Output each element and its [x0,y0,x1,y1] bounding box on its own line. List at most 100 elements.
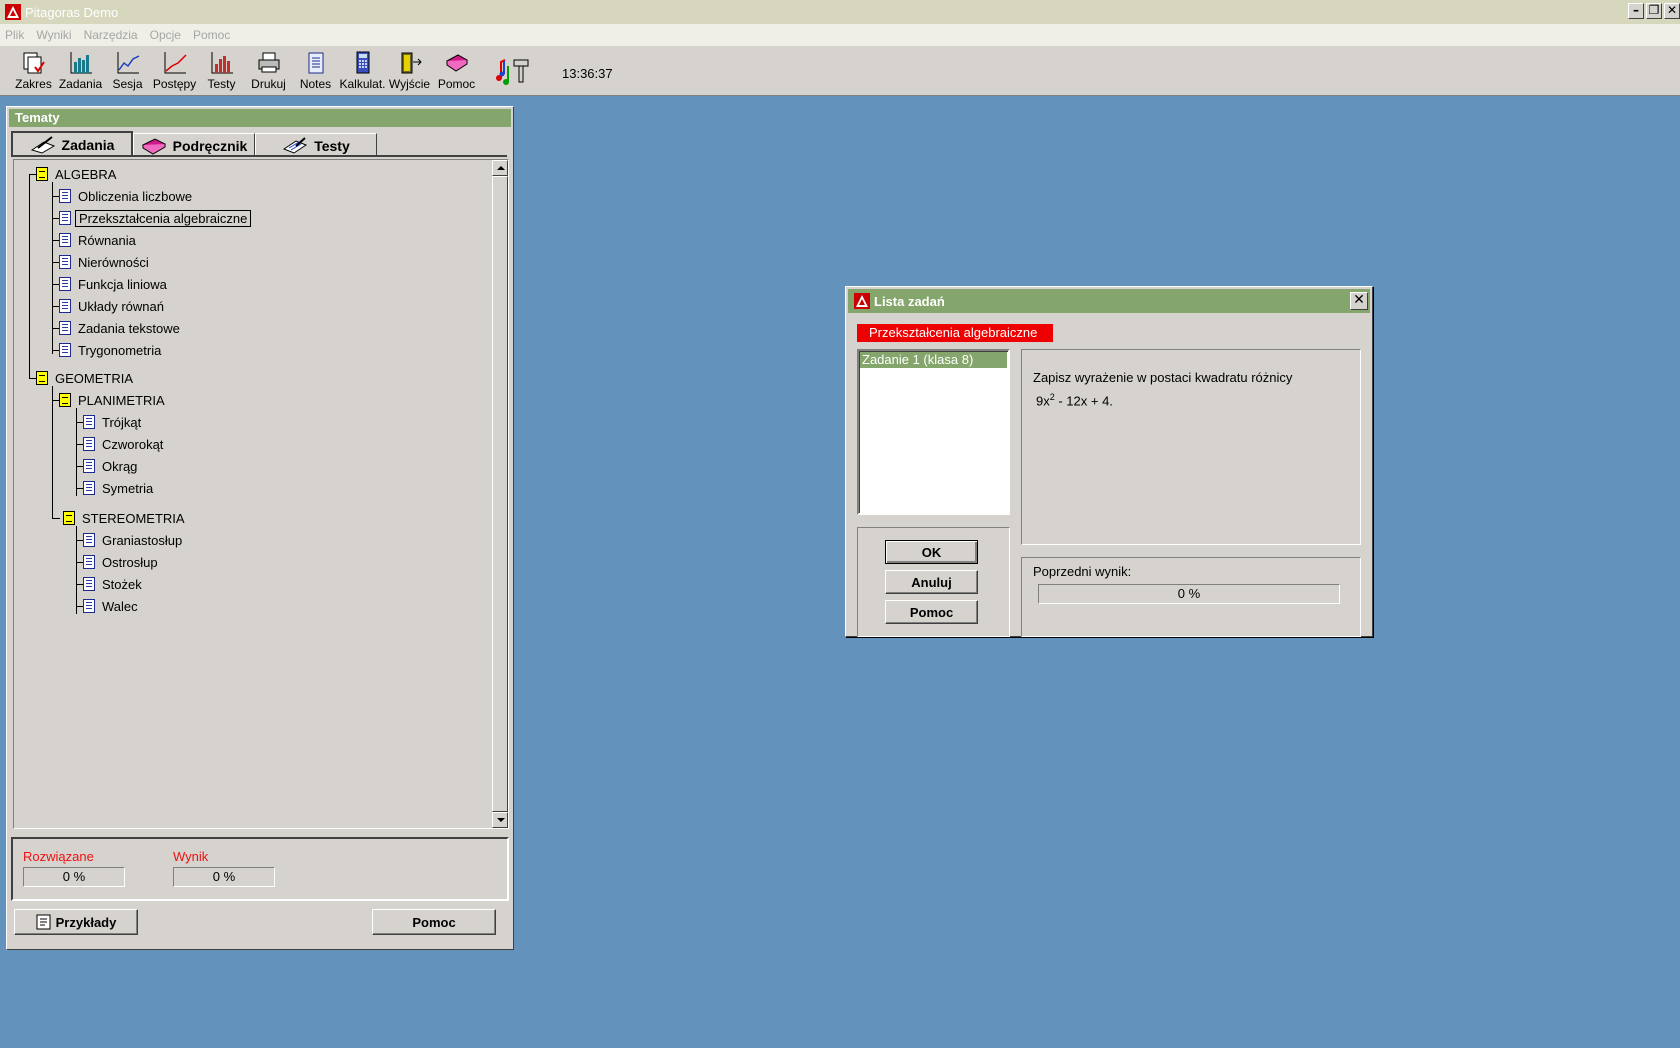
restore-button[interactable]: ❐ [1646,3,1662,19]
ok-button[interactable]: OK [885,540,978,564]
topics-panel-title: Tematy [9,109,511,127]
topics-help-button[interactable]: Pomoc [372,909,496,935]
tree-item-przeksztalcenia-algebraiczne[interactable]: Przekształcenia algebraiczne [59,209,252,227]
cancel-button[interactable]: Anuluj [885,570,978,594]
toolbar-kalkulator-button[interactable]: Kalkulat. [339,46,386,91]
folder-icon [36,371,48,385]
tree-item-symetria[interactable]: Symetria [83,479,153,497]
folder-icon [59,393,71,407]
menubar: Plik Wyniki Narzędzia Opcje Pomoc [0,24,1680,46]
tab-podrecznik[interactable]: Podręcznik [133,133,255,157]
folder-icon [63,511,75,525]
tree-item-funkcja-liniowa[interactable]: Funkcja liniowa [59,275,167,293]
line-chart-icon [117,52,139,74]
menu-opcje[interactable]: Opcje [150,28,181,42]
tree-item-nierownosci[interactable]: Nierówności [59,253,149,271]
help-book-icon [445,54,468,72]
stats-area: Rozwiązane 0 % Wynik 0 % [11,837,509,901]
tree-line [52,386,53,518]
list-item[interactable]: Zadanie 1 (klasa 8) [860,352,1007,368]
toolbar-drukuj-button[interactable]: Drukuj [245,46,292,91]
score-value: 0 % [173,867,275,887]
page-icon [59,343,71,357]
tree-item-czworokat[interactable]: Czworokąt [83,435,163,453]
tree-item-rownania[interactable]: Równania [59,231,136,249]
page-icon [83,577,95,591]
minimize-button[interactable]: – [1628,3,1644,19]
task-list-dialog: Lista zadań ✕ Przekształcenia algebraicz… [845,286,1373,637]
page-icon [59,299,71,313]
toolbar-zakres-button[interactable]: Zakres [10,46,57,91]
page-icon [83,533,95,547]
page-icon [59,321,71,335]
dialog-help-button[interactable]: Pomoc [885,600,978,624]
toolbar-zadania-button[interactable]: Zadania [57,46,104,91]
menu-wyniki[interactable]: Wyniki [36,28,71,42]
tree-item-uklady-rownan[interactable]: Układy równań [59,297,164,315]
menu-narzedzia[interactable]: Narzędzia [84,28,138,42]
previous-result-value: 0 % [1038,584,1340,604]
topic-badge: Przekształcenia algebraiczne [857,324,1053,342]
folder-icon [36,167,48,181]
examples-button[interactable]: Przykłady [14,909,138,935]
tree-line [29,174,30,378]
page-icon [59,211,71,225]
previous-result-label: Poprzedni wynik: [1033,564,1132,579]
printer-icon [258,52,279,73]
music-sound-icon[interactable] [495,56,535,86]
tree-item-walec[interactable]: Walec [83,597,138,615]
dialog-title: Lista zadań [874,293,945,309]
toolbar-postepy-button[interactable]: Postępy [151,46,198,91]
tree-item-trygonometria[interactable]: Trygonometria [59,341,161,359]
tree-item-zadania-tekstowe[interactable]: Zadania tekstowe [59,319,180,337]
topics-panel: Tematy Zadania Podręcznik Testy ALGEBRA … [6,106,514,950]
dialog-titlebar: Lista zadań ✕ [848,289,1370,313]
scroll-down-button[interactable] [492,812,508,828]
score-label: Wynik [173,849,209,864]
document-icon [36,914,51,930]
tree-folder-planimetria[interactable]: PLANIMETRIA [59,391,165,409]
bar-chart-icon [70,52,92,74]
tree-item-ostroslup[interactable]: Ostrosłup [83,553,158,571]
toolbar-testy-button[interactable]: Testy [198,46,245,91]
page-icon [59,189,71,203]
tree-folder-algebra[interactable]: ALGEBRA [36,165,116,183]
pencil-paper-icon [30,136,55,154]
toolbar-notes-button[interactable]: Notes [292,46,339,91]
page-icon [83,599,95,613]
page-icon [83,415,95,429]
tree-item-obliczenia-liczbowe[interactable]: Obliczenia liczbowe [59,187,192,205]
tree-item-stozek[interactable]: Stożek [83,575,142,593]
tab-zadania[interactable]: Zadania [11,131,133,157]
menu-pomoc[interactable]: Pomoc [193,28,230,42]
toolbar-sesja-button[interactable]: Sesja [104,46,151,91]
scroll-thumb[interactable] [492,176,508,812]
page-icon [83,437,95,451]
clock: 13:36:37 [562,66,613,81]
menu-plik[interactable]: Plik [5,28,24,42]
dialog-buttons-frame: OK Anuluj Pomoc [857,527,1010,637]
scroll-up-button[interactable] [492,160,508,176]
tree-item-trojkat[interactable]: Trójkąt [83,413,141,431]
previous-result-frame: Poprzedni wynik: 0 % [1021,557,1361,637]
scope-icon [23,52,45,74]
tab-underline [11,155,507,157]
tree-scrollbar[interactable] [491,160,508,828]
task-listbox[interactable]: Zadanie 1 (klasa 8) [857,349,1010,515]
task-description-panel: Zapisz wyrażenie w postaci kwadratu różn… [1021,349,1361,545]
dialog-close-button[interactable]: ✕ [1350,292,1368,310]
toolbar-pomoc-button[interactable]: Pomoc [433,46,480,91]
page-icon [59,233,71,247]
tree-line [52,518,60,519]
close-window-button[interactable]: ✕ [1664,3,1680,19]
tree-folder-stereometria[interactable]: STEREOMETRIA [63,509,185,527]
tree-item-okrag[interactable]: Okrąg [83,457,137,475]
task-description: Zapisz wyrażenie w postaci kwadratu różn… [1033,370,1293,385]
page-icon [59,255,71,269]
tree-folder-geometria[interactable]: GEOMETRIA [36,369,133,387]
tree-item-graniastoslup[interactable]: Graniastosłup [83,531,182,549]
window-titlebar: Pitagoras Demo – ❐ ✕ [0,0,1680,24]
window-title: Pitagoras Demo [25,4,119,20]
tab-testy[interactable]: Testy [255,133,377,157]
toolbar-wyjscie-button[interactable]: Wyjście [386,46,433,91]
